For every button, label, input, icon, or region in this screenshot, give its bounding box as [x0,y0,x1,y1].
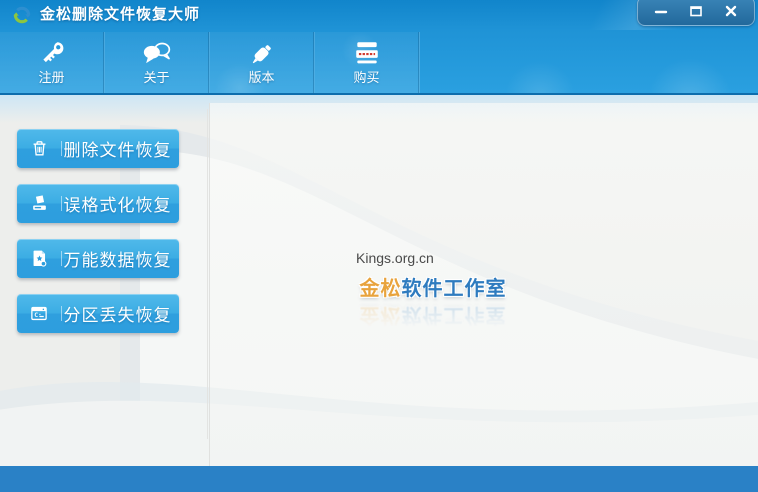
window-controls [637,0,755,26]
toolbar-label: 注册 [38,67,64,86]
minimize-button[interactable] [645,0,677,22]
sidebar-button-partition-loss-recovery[interactable]: C: 分区丢失恢复 [17,294,179,333]
toolbar-item-about[interactable]: 关于 [105,32,209,93]
chat-bubbles-icon [141,39,173,69]
maximize-button[interactable] [680,0,712,22]
toolbar: 注册 关于 版本 [0,30,758,95]
toolbar-label: 版本 [248,67,274,86]
sidebar-button-label: 删除文件恢复 [62,136,179,161]
close-icon [723,3,739,19]
maximize-icon [688,3,704,19]
watermark-brand-reflection: 金松软件工作室 [348,303,518,332]
sidebar-button-format-recovery[interactable]: 误格式化恢复 [17,184,179,223]
app-window: 金松删除文件恢复大师 注册 [0,0,758,492]
window-title: 金松删除文件恢复大师 [40,0,200,30]
toolbar-item-buy[interactable]: 购买 [315,32,419,93]
watermark-brand-gold: 金松 [360,278,402,300]
content-area: 删除文件恢复 误格式化恢复 [0,95,758,466]
minimize-icon [653,3,669,19]
toolbar-item-register[interactable]: 注册 [0,32,104,93]
close-button[interactable] [715,0,747,22]
trash-icon [30,139,49,158]
universal-data-icon [30,249,49,268]
watermark: Kings.org.cn 金松软件工作室 金松软件工作室 [348,250,518,332]
app-logo-icon [11,4,33,26]
sidebar-button-deleted-file-recovery[interactable]: 删除文件恢复 [17,129,179,168]
sidebar-button-universal-data-recovery[interactable]: 万能数据恢复 [17,239,179,278]
format-recovery-icon [30,194,49,213]
titlebar: 金松删除文件恢复大师 [0,0,758,30]
partition-window-icon: C: [29,304,49,323]
watermark-brand-blue: 软件工作室 [402,278,507,300]
toolbar-item-version[interactable]: 版本 [210,32,314,93]
sidebar-button-label: 误格式化恢复 [62,191,179,216]
svg-text:C:: C: [34,312,42,319]
watermark-brand: 金松软件工作室 [348,272,518,301]
purchase-card-icon [353,39,381,67]
sidebar-button-label: 分区丢失恢复 [62,301,179,326]
key-icon [37,39,67,69]
footer-bar [0,466,758,492]
glue-bottle-icon [247,39,277,69]
sidebar-divider [207,109,208,439]
toolbar-label: 关于 [143,67,169,86]
watermark-site-url: Kings.org.cn [348,250,518,266]
sidebar-button-label: 万能数据恢复 [62,246,179,271]
toolbar-label: 购买 [353,67,379,86]
